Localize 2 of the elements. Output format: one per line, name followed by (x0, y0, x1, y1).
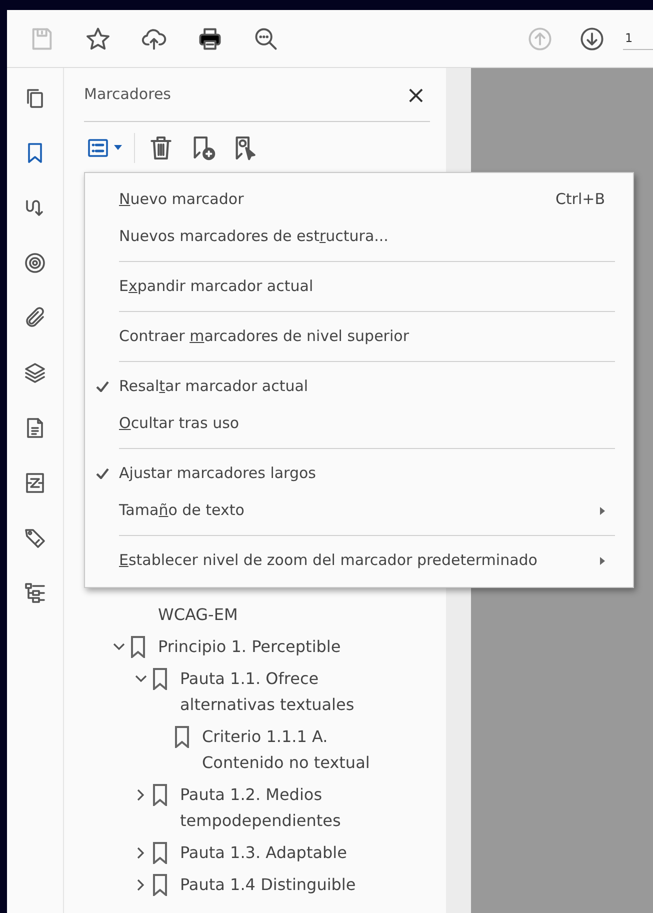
panel-title: Marcadores (84, 84, 171, 106)
shortcut-label: Ctrl+B (555, 189, 605, 210)
